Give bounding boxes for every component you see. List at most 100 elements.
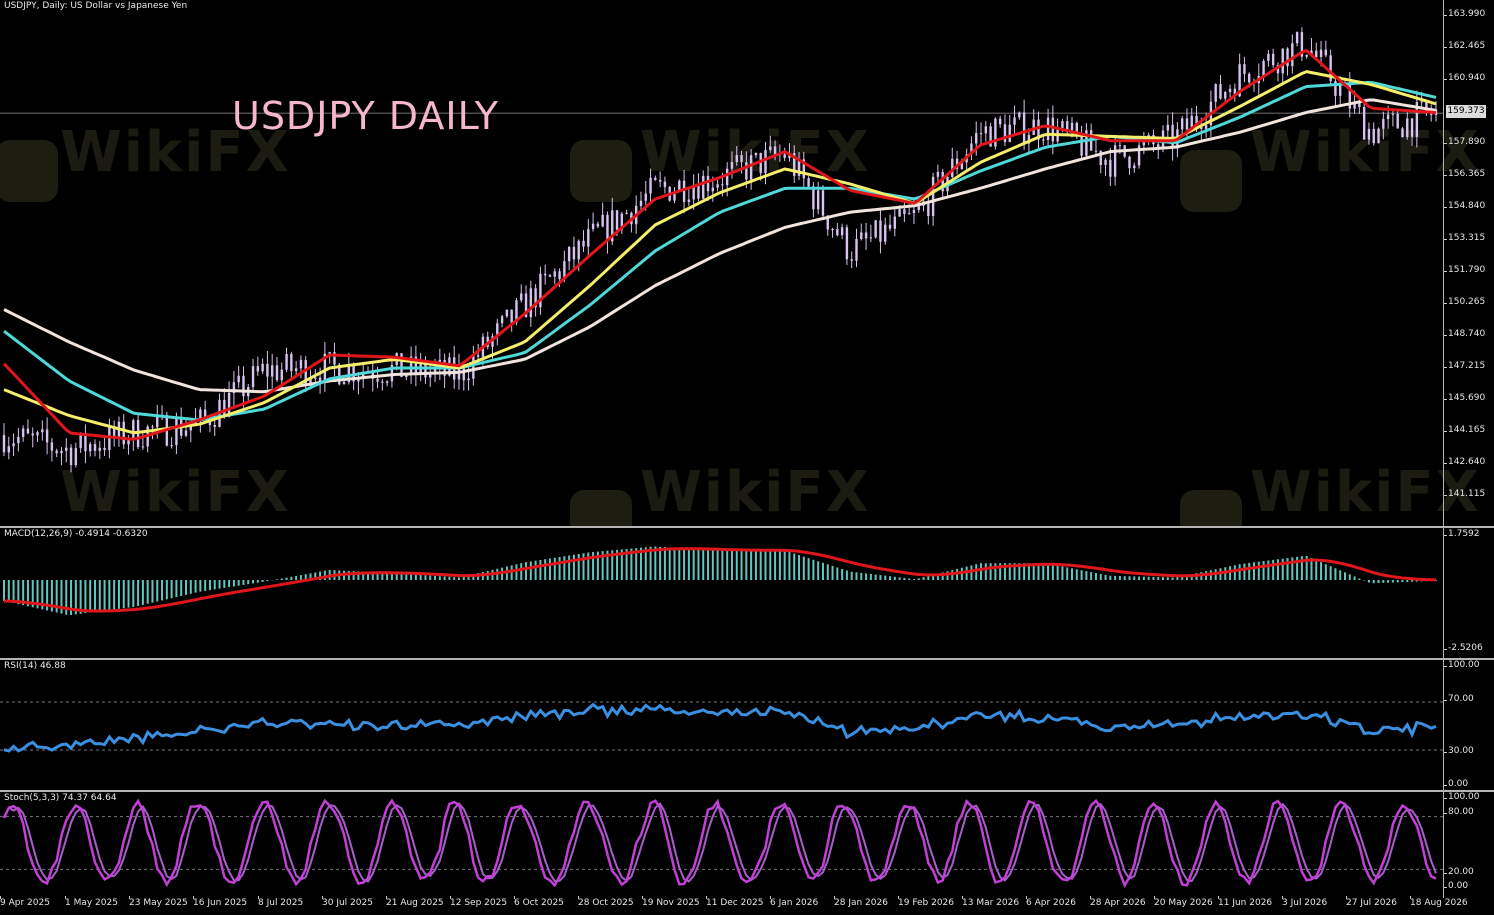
candle-body xyxy=(151,426,154,428)
date-axis-tick: 3 Jul 2026 xyxy=(1282,896,1328,908)
candle-body xyxy=(1008,124,1011,143)
candle-body xyxy=(1410,118,1414,137)
stoch-pane[interactable]: Stoch(5,3,3) 74.37 64.64 xyxy=(0,792,1444,897)
candle-body xyxy=(1128,156,1131,169)
candle-body xyxy=(170,445,173,447)
price-axis-tick: 145.690 xyxy=(1443,393,1486,403)
macd-axis-tick: -2.5206 xyxy=(1444,643,1483,653)
date-axis-tick: 13 Mar 2026 xyxy=(962,896,1020,908)
candle-body xyxy=(725,168,729,186)
candle-body xyxy=(266,363,269,377)
date-axis-tick: 11 Dec 2025 xyxy=(706,896,764,908)
stoch-axis: 100.00 80.00 20.00 0.00 xyxy=(1443,792,1494,897)
candle-body xyxy=(184,430,188,436)
candle-body xyxy=(294,368,298,372)
candle-body xyxy=(663,181,667,187)
price-axis-tick: 148.740 xyxy=(1443,329,1486,339)
date-axis-tick: 16 Jun 2025 xyxy=(193,896,248,908)
candle-body xyxy=(26,428,30,434)
date-axis-tick: 18 Aug 2026 xyxy=(1410,896,1468,908)
date-axis-tick: 6 Jan 2026 xyxy=(770,896,819,908)
candle-body xyxy=(912,210,916,214)
candle-body xyxy=(290,353,293,372)
price-chart-pane[interactable]: WikiFX WikiFX WikiFX WikiFX WikiFX WikiF… xyxy=(0,0,1479,552)
candle-body xyxy=(1281,48,1284,74)
candle-body xyxy=(884,224,887,242)
candle-body xyxy=(1386,114,1390,119)
date-axis-tick: 23 May 2025 xyxy=(129,896,188,908)
candle-body xyxy=(1070,122,1074,131)
candle-body xyxy=(936,171,940,177)
price-axis-tick: 150.265 xyxy=(1443,297,1486,307)
candle-body xyxy=(237,375,240,383)
macd-pane[interactable]: MACD(12,26,9) -0.4914 -0.6320 xyxy=(0,528,1444,658)
candle-body xyxy=(1367,128,1371,140)
candle-body xyxy=(60,450,63,454)
price-axis-tick: 154.840 xyxy=(1443,201,1486,211)
candle-body xyxy=(1166,124,1169,131)
candle-body xyxy=(1271,53,1275,66)
ema-cyan-line xyxy=(3,80,1437,422)
candle-body xyxy=(572,246,576,260)
candle-body xyxy=(730,162,734,169)
candle-body xyxy=(1118,145,1122,147)
rsi-axis: 100.00 70.00 30.00 0.00 xyxy=(1443,660,1494,790)
candle-body xyxy=(654,177,657,180)
candle-body xyxy=(931,176,935,217)
candle-body xyxy=(1104,159,1107,165)
candle-body xyxy=(716,184,719,188)
candle-body xyxy=(1305,54,1308,57)
candle-body xyxy=(103,447,106,451)
rsi-pane[interactable]: RSI(14) 46.88 xyxy=(0,660,1444,790)
price-axis[interactable]: 163.990 162.465 160.940 157.890 156.365 … xyxy=(1443,0,1494,526)
candle-body xyxy=(500,316,504,324)
candle-body xyxy=(831,229,834,231)
date-axis-tick: 1 May 2025 xyxy=(65,896,118,908)
candle-body xyxy=(639,200,643,206)
candle-body xyxy=(1291,43,1294,67)
candle-body xyxy=(74,448,78,466)
price-axis-tick: 157.890 xyxy=(1443,137,1486,147)
candle-body xyxy=(864,232,868,239)
candle-body xyxy=(682,180,686,202)
stoch-axis-tick: 20.00 xyxy=(1444,867,1474,877)
candle-body xyxy=(1382,118,1385,129)
rsi-line xyxy=(3,702,1437,753)
stoch-axis-tick: 80.00 xyxy=(1444,807,1474,817)
candle-body xyxy=(280,369,283,381)
candle-body xyxy=(65,447,68,451)
candle-body xyxy=(1133,165,1136,169)
candle-body xyxy=(1018,112,1021,118)
candle-body xyxy=(328,352,331,354)
date-axis-tick: 12 Sep 2025 xyxy=(450,896,508,908)
candle-body xyxy=(850,259,853,261)
candle-body xyxy=(601,214,604,227)
candle-body xyxy=(740,155,743,163)
candle-body xyxy=(1204,125,1208,130)
date-axis[interactable]: 9 Apr 2025 1 May 2025 23 May 2025 16 Jun… xyxy=(0,896,1468,915)
rsi-axis-tick: 0.00 xyxy=(1443,779,1469,789)
candle-body xyxy=(510,309,513,323)
candle-body xyxy=(783,154,786,158)
candle-body xyxy=(1032,119,1035,135)
candle-body xyxy=(1267,53,1270,61)
candle-body xyxy=(141,446,145,448)
candle-body xyxy=(93,444,97,451)
candle-body xyxy=(108,426,111,451)
date-axis-tick: 30 Jul 2025 xyxy=(322,896,373,908)
candle-body xyxy=(156,416,159,428)
candle-body xyxy=(553,271,556,277)
date-axis-tick: 6 Oct 2025 xyxy=(514,896,564,908)
candle-body xyxy=(543,273,547,276)
candle-body xyxy=(1224,92,1227,99)
candle-body xyxy=(314,377,317,379)
price-axis-tick: 142.640 xyxy=(1443,457,1486,467)
date-axis-tick: 28 Jan 2026 xyxy=(834,896,888,908)
rsi-plot xyxy=(0,701,1444,753)
candle-body xyxy=(2,435,6,453)
current-price-tag: 159.373 xyxy=(1446,105,1486,118)
price-axis-tick: 147.215 xyxy=(1443,361,1486,371)
stoch-axis-tick: 0.00 xyxy=(1443,881,1469,891)
candle-body xyxy=(687,199,691,202)
candle-body xyxy=(381,381,384,383)
